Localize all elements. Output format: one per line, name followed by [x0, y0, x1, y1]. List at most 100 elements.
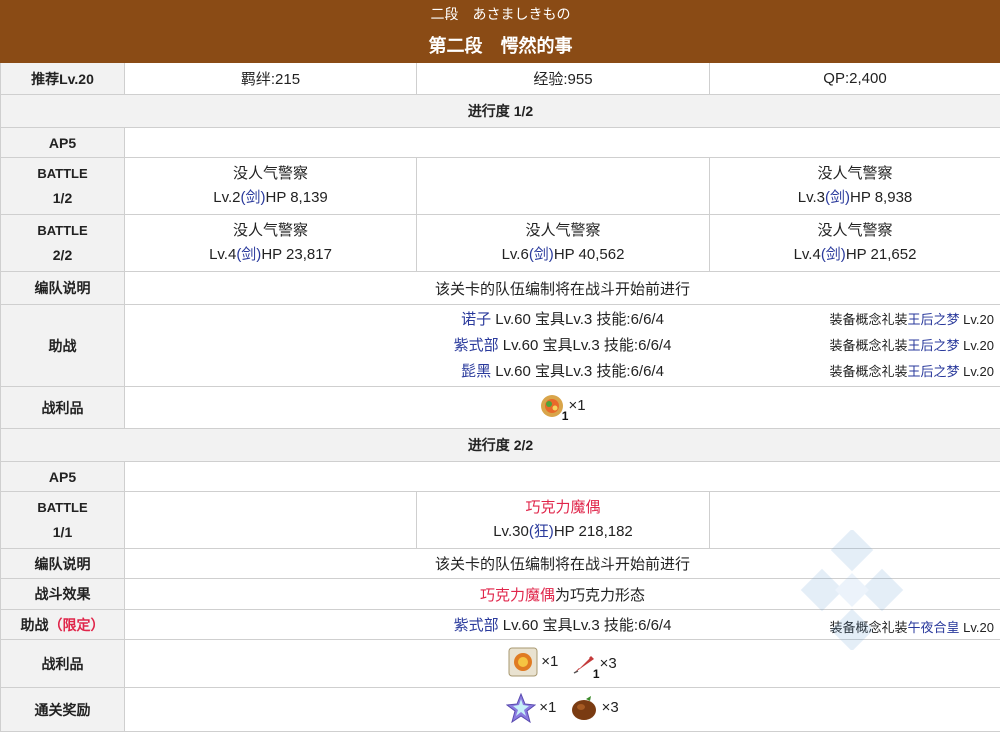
enemy-name[interactable]: 巧克力魔偶 [417, 496, 709, 520]
qp-value: QP:2,400 [709, 62, 1000, 95]
support-row: 紫式部 Lv.60 宝具Lv.3 技能:6/6/4 装备概念礼装王后之梦 Lv.… [125, 333, 1000, 359]
enemy-class: (狂) [528, 523, 554, 540]
reward-multiplier: ×3 [601, 699, 619, 716]
effect-description: 为巧克力形态 [555, 586, 646, 604]
enemy-class: (剑) [824, 189, 850, 206]
reward-multiplier: ×1 [539, 699, 557, 716]
ce-prefix: 装备概念礼装 [829, 311, 908, 327]
servant-name[interactable]: 紫式部 [454, 617, 499, 634]
progress-header-1: 进行度 1/2 [0, 94, 1000, 128]
formation-text: 该关卡的队伍编制将在战斗开始前进行 [124, 548, 1000, 579]
drops-label: 战利品 [0, 386, 125, 429]
enemy-level: Lv.2 [213, 189, 241, 206]
formation-label: 编队说明 [0, 548, 125, 579]
ce-name[interactable]: 午夜合皇 [908, 620, 960, 635]
chocolate-icon [569, 693, 599, 723]
enemy-level: Lv.30 [493, 523, 529, 540]
battle-word: BATTLE [37, 500, 88, 515]
reward-item[interactable]: ×3 [569, 693, 619, 723]
support-label: 助战 [0, 304, 125, 387]
enemy-name: 没人气警察 [232, 222, 308, 239]
ce-level: Lv.20 [959, 620, 994, 635]
enemy-stats: Lv.2(剑)HP 8,139 [125, 186, 416, 210]
drops-cell: ×1 1 ×3 [124, 639, 1000, 688]
battle-count: 1/1 [52, 524, 73, 540]
bond-value: 羁绊:215 [124, 62, 417, 95]
ap-cost-2: AP5 [0, 461, 125, 492]
battle-effect-text: 巧克力魔偶为巧克力形态 [124, 578, 1000, 610]
battle-count: 1/2 [52, 190, 73, 206]
progress-header-2: 进行度 2/2 [0, 428, 1000, 462]
support-row: 髭黑 Lv.60 宝具Lv.3 技能:6/6/4 装备概念礼装王后之梦 Lv.2… [125, 359, 1000, 385]
battle-label-1-2: BATTLE 2/2 [0, 214, 125, 272]
enemy-name: 没人气警察 [817, 222, 893, 239]
battle-label-1-1: BATTLE 1/2 [0, 157, 125, 215]
enemy-level: Lv.6 [501, 246, 529, 263]
enemy-cell-empty [709, 491, 1000, 549]
drop-multiplier: ×1 [541, 653, 559, 670]
ce-prefix: 装备概念礼装 [829, 620, 908, 635]
enemy-cell: 没人气警察 Lv.4(剑)HP 21,652 [709, 214, 1000, 272]
drop-item[interactable]: ×1 [508, 647, 558, 677]
saint-quartz-icon [505, 692, 537, 723]
servant-name[interactable]: 髭黑 [461, 363, 491, 380]
ce-name[interactable]: 王后之梦 [908, 364, 960, 379]
support-label-limited: 助战（限定） [0, 609, 125, 640]
drop-item[interactable]: 1 ×3 [571, 651, 617, 681]
drop-item[interactable]: 1 ×1 [539, 393, 586, 423]
support-ce: 装备概念礼装王后之梦 Lv.20 [830, 333, 994, 359]
ce-prefix: 装备概念礼装 [829, 337, 908, 353]
drop-multiplier: ×1 [568, 397, 586, 414]
servant-info: Lv.60 宝具Lv.3 技能:6/6/4 [498, 617, 672, 634]
effect-enemy-name[interactable]: 巧克力魔偶 [480, 587, 555, 604]
quest-table: 二段 あさましきもの 第二段 愕然的事 推荐Lv.20 羁绊:215 经验:95… [0, 0, 1000, 732]
quest-title: 第二段 愕然的事 [0, 27, 1000, 63]
battle-word: BATTLE [37, 223, 88, 238]
servant-name[interactable]: 诺子 [461, 311, 491, 328]
ce-level: Lv.20 [959, 311, 994, 327]
drop-multiplier: ×3 [599, 655, 617, 672]
servant-name[interactable]: 紫式部 [454, 337, 499, 354]
enemy-hp: HP 21,652 [845, 246, 917, 263]
enemy-level: Lv.4 [793, 246, 821, 263]
clear-reward-label: 通关奖励 [0, 687, 125, 732]
enemy-class: (剑) [236, 246, 262, 263]
enemy-cell-empty [416, 157, 710, 215]
support-word: 助战 [20, 616, 49, 633]
enemy-cell: 没人气警察 Lv.3(剑)HP 8,938 [709, 157, 1000, 215]
ce-name[interactable]: 王后之梦 [908, 338, 960, 353]
support-ce: 装备概念礼装午夜合皇 Lv.20 [830, 617, 994, 636]
enemy-cell: 没人气警察 Lv.6(剑)HP 40,562 [416, 214, 710, 272]
battle-label-2-1: BATTLE 1/1 [0, 491, 125, 549]
drops-cell: 1 ×1 [124, 386, 1000, 429]
enemy-cell: 没人气警察 Lv.4(剑)HP 23,817 [124, 214, 417, 272]
battle-effect-label: 战斗效果 [0, 578, 125, 610]
quest-subtitle: 二段 あさましきもの [0, 0, 1000, 28]
support-servant[interactable]: 诺子 Lv.60 宝具Lv.3 技能:6/6/4 [461, 311, 664, 328]
enemy-stats: Lv.6(剑)HP 40,562 [417, 243, 709, 267]
support-servant[interactable]: 紫式部 Lv.60 宝具Lv.3 技能:6/6/4 [454, 337, 672, 354]
ap-cost-1: AP5 [0, 127, 125, 158]
enemy-hp: HP 23,817 [261, 246, 332, 263]
servant-info: Lv.60 宝具Lv.3 技能:6/6/4 [491, 362, 664, 380]
enemy-hp: HP 8,139 [265, 189, 328, 206]
feast-plate-icon: 1 [539, 393, 568, 423]
drops-label: 战利品 [0, 639, 125, 688]
support-cell: 紫式部 Lv.60 宝具Lv.3 技能:6/6/4 装备概念礼装午夜合皇 Lv.… [124, 609, 1000, 640]
ce-name[interactable]: 王后之梦 [908, 312, 960, 327]
enemy-hp: HP 218,182 [553, 523, 633, 540]
reward-item[interactable]: ×1 [505, 692, 557, 723]
feather-icon: 1 [571, 651, 600, 681]
enemy-cell: 巧克力魔偶 Lv.30(狂)HP 218,182 [416, 491, 710, 549]
enemy-class: (剑) [820, 246, 846, 263]
enemy-name: 没人气警察 [817, 165, 893, 182]
enemy-stats: Lv.4(剑)HP 23,817 [125, 243, 416, 267]
enemy-stats: Lv.30(狂)HP 218,182 [417, 520, 709, 544]
drop-count: 1 [561, 408, 569, 423]
support-servant[interactable]: 紫式部 Lv.60 宝具Lv.3 技能:6/6/4 [454, 617, 672, 634]
battle-word: BATTLE [37, 166, 88, 181]
ce-level: Lv.20 [959, 363, 994, 379]
support-ce: 装备概念礼装王后之梦 Lv.20 [830, 359, 994, 385]
servant-info: Lv.60 宝具Lv.3 技能:6/6/4 [498, 336, 672, 354]
support-servant[interactable]: 髭黑 Lv.60 宝具Lv.3 技能:6/6/4 [461, 363, 664, 380]
